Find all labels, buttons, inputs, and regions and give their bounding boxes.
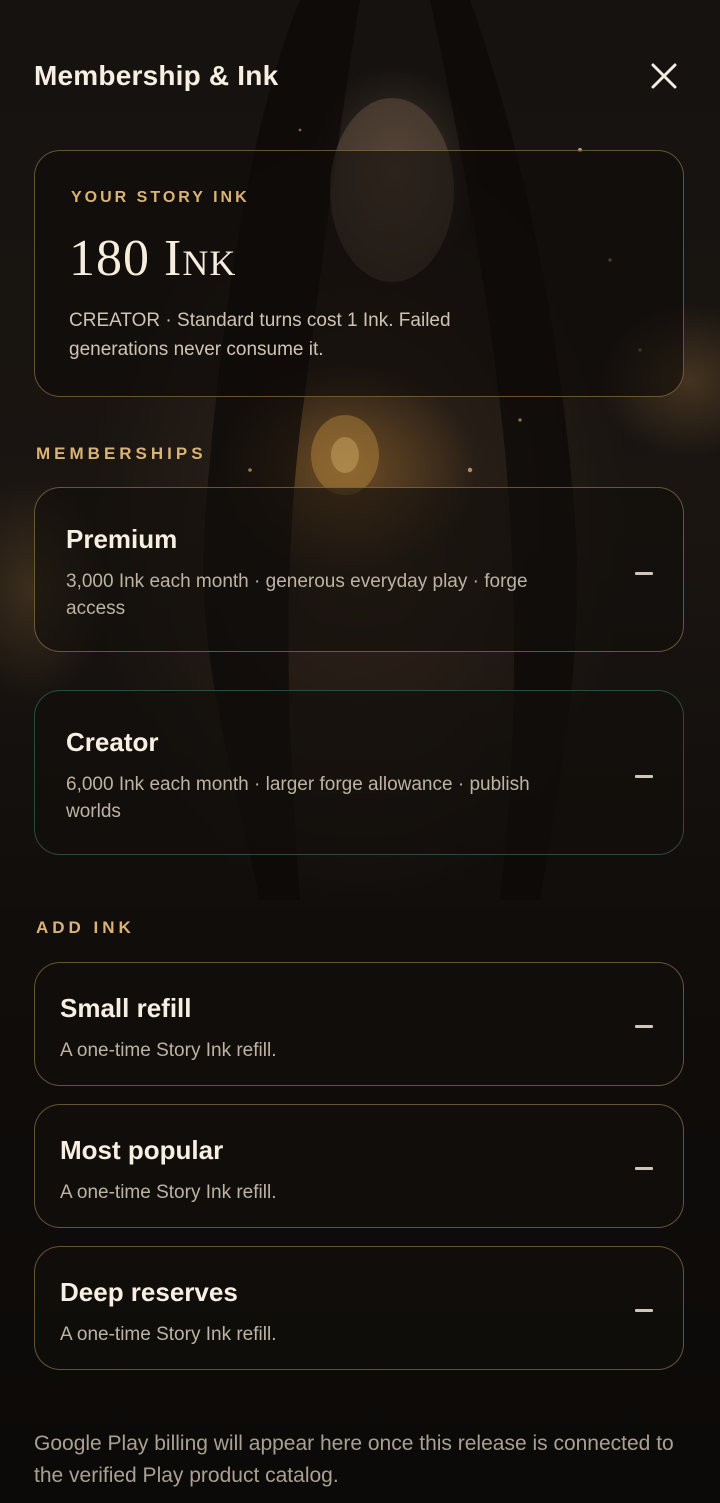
membership-premium-card[interactable]: Premium 3,000 Ink each month · generous … (34, 487, 684, 652)
ink-balance-card: YOUR STORY INK 180 Ink CREATOR · Standar… (34, 150, 684, 397)
page-title: Membership & Ink (34, 60, 279, 91)
membership-creator-card[interactable]: Creator 6,000 Ink each month · larger fo… (34, 690, 684, 855)
refill-deep-card[interactable]: Deep reserves A one-time Story Ink refil… (34, 1246, 684, 1370)
refill-description: A one-time Story Ink refill. (60, 1040, 277, 1061)
header: Membership & Ink (34, 56, 686, 100)
plan-title: Creator (66, 727, 159, 757)
dash-icon (635, 775, 653, 778)
plan-title: Premium (66, 524, 178, 554)
plan-description: 3,000 Ink each month · generous everyday… (66, 571, 528, 619)
close-button[interactable] (642, 56, 686, 96)
refill-popular-card[interactable]: Most popular A one-time Story Ink refill… (34, 1104, 684, 1228)
refill-title: Small refill (60, 993, 192, 1023)
dash-icon (635, 1309, 653, 1312)
close-icon (651, 63, 677, 89)
dash-icon (635, 1025, 653, 1028)
ink-eyebrow: YOUR STORY INK (71, 189, 250, 206)
memberships-section-label: MEMBERSHIPS (36, 444, 207, 463)
refill-title: Most popular (60, 1135, 224, 1165)
refill-title: Deep reserves (60, 1277, 238, 1307)
dash-icon (635, 1167, 653, 1170)
ink-amount: 180 Ink (69, 230, 237, 287)
refill-small-card[interactable]: Small refill A one-time Story Ink refill… (34, 962, 684, 1086)
ink-note: CREATOR · Standard turns cost 1 Ink. Fai… (69, 310, 451, 360)
plan-description: 6,000 Ink each month · larger forge allo… (66, 774, 530, 822)
dash-icon (635, 572, 653, 575)
refill-description: A one-time Story Ink refill. (60, 1182, 277, 1203)
refill-description: A one-time Story Ink refill. (60, 1324, 277, 1345)
add-ink-section-label: ADD INK (36, 918, 135, 937)
billing-note: Google Play billing will appear here onc… (34, 1432, 674, 1487)
